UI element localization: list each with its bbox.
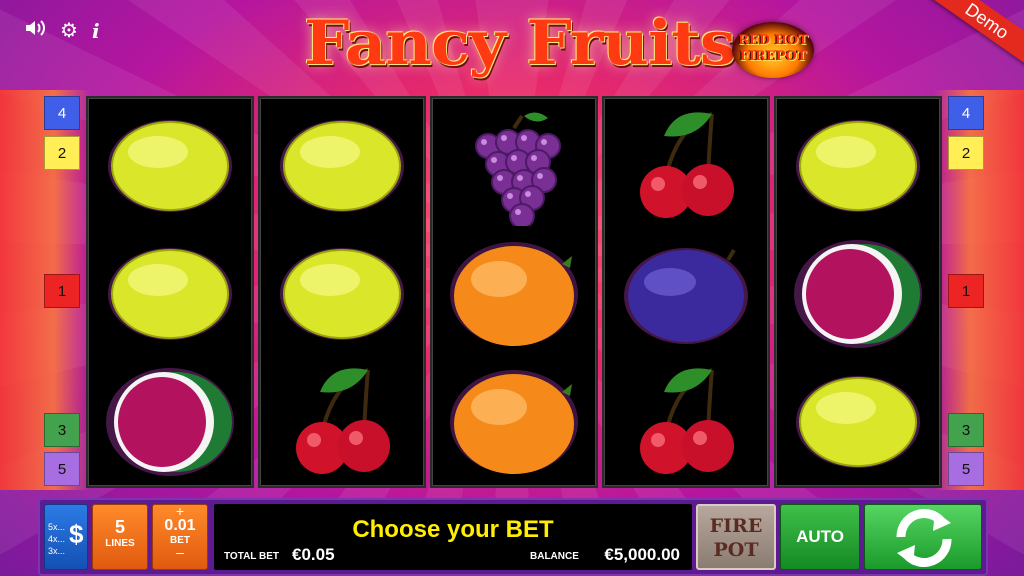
total-bet-value: €0.05 bbox=[292, 545, 335, 564]
game-title: Fancy Fruits bbox=[304, 7, 736, 80]
speaker-icon[interactable] bbox=[24, 18, 46, 43]
logo-line2: FIREPOT bbox=[739, 49, 807, 64]
red-hot-firepot-logo: RED HOT FIREPOT bbox=[732, 22, 814, 78]
auto-button[interactable]: AUTO bbox=[780, 504, 860, 570]
reel-2 bbox=[258, 96, 426, 488]
cherry-icon bbox=[260, 358, 424, 486]
payline-left-5[interactable]: 5 bbox=[44, 452, 80, 486]
bet-value: 0.01 bbox=[164, 517, 196, 534]
lemon-icon bbox=[776, 358, 940, 486]
payline-left-2[interactable]: 2 bbox=[44, 136, 80, 170]
orange-icon bbox=[432, 230, 596, 358]
payline-left-1[interactable]: 1 bbox=[44, 274, 80, 308]
lines-label: LINES bbox=[105, 538, 135, 549]
reel-3 bbox=[430, 96, 598, 488]
orange-icon bbox=[432, 358, 596, 486]
total-bet-label: TOTAL BET bbox=[224, 551, 279, 562]
control-panel: 5x... 4x... 3x... $ 5 LINES + 0.01 BET –… bbox=[38, 498, 988, 576]
currency-row: 5x... bbox=[48, 522, 66, 532]
firepot-line2: POT bbox=[713, 539, 759, 561]
info-icon[interactable]: i bbox=[92, 20, 100, 42]
reel-5 bbox=[774, 96, 942, 488]
cherry-icon bbox=[604, 358, 768, 486]
bet-button[interactable]: + 0.01 BET – bbox=[152, 504, 208, 570]
message-display: Choose your BET TOTAL BET €0.05 BALANCE … bbox=[214, 504, 692, 570]
top-toolbar: ⚙ i bbox=[24, 18, 100, 43]
spin-arrows-icon bbox=[896, 509, 952, 567]
dollar-icon: $ bbox=[69, 519, 84, 549]
balance-value: €5,000.00 bbox=[604, 545, 680, 564]
bet-minus-icon[interactable]: – bbox=[153, 545, 207, 559]
currency-button[interactable]: 5x... 4x... 3x... $ bbox=[44, 504, 88, 570]
bet-plus-icon[interactable]: + bbox=[153, 504, 207, 518]
watermelon-icon bbox=[776, 230, 940, 358]
reels bbox=[86, 96, 942, 488]
payline-right-1[interactable]: 1 bbox=[948, 274, 984, 308]
status-message: Choose your BET bbox=[352, 516, 554, 543]
payline-left-3[interactable]: 3 bbox=[44, 413, 80, 447]
reel-4 bbox=[602, 96, 770, 488]
currency-row: 4x... bbox=[48, 534, 66, 544]
firepot-line1: FIRE bbox=[709, 515, 763, 537]
plum-icon bbox=[604, 230, 768, 358]
payline-right-2[interactable]: 2 bbox=[948, 136, 984, 170]
currency-row: 3x... bbox=[48, 546, 66, 556]
lemon-icon bbox=[88, 230, 252, 358]
lemon-icon bbox=[88, 102, 252, 230]
payline-right-3[interactable]: 3 bbox=[948, 413, 984, 447]
lines-value: 5 bbox=[114, 517, 125, 537]
balance-label: BALANCE bbox=[530, 551, 579, 562]
firepot-button[interactable]: FIRE POT bbox=[696, 504, 776, 570]
lemon-icon bbox=[260, 102, 424, 230]
lemon-icon bbox=[776, 102, 940, 230]
payline-right-4[interactable]: 4 bbox=[948, 96, 984, 130]
payline-left-4[interactable]: 4 bbox=[44, 96, 80, 130]
grapes-icon bbox=[432, 102, 596, 230]
lemon-icon bbox=[260, 230, 424, 358]
watermelon-icon bbox=[88, 358, 252, 486]
reel-1 bbox=[86, 96, 254, 488]
spin-button[interactable] bbox=[864, 504, 982, 570]
currency-rows: 5x... 4x... 3x... bbox=[48, 521, 65, 557]
gear-icon[interactable]: ⚙ bbox=[60, 20, 78, 42]
payline-right-5[interactable]: 5 bbox=[948, 452, 984, 486]
logo-line1: RED HOT bbox=[738, 33, 808, 48]
cherry-icon bbox=[604, 102, 768, 230]
lines-button[interactable]: 5 LINES bbox=[92, 504, 148, 570]
